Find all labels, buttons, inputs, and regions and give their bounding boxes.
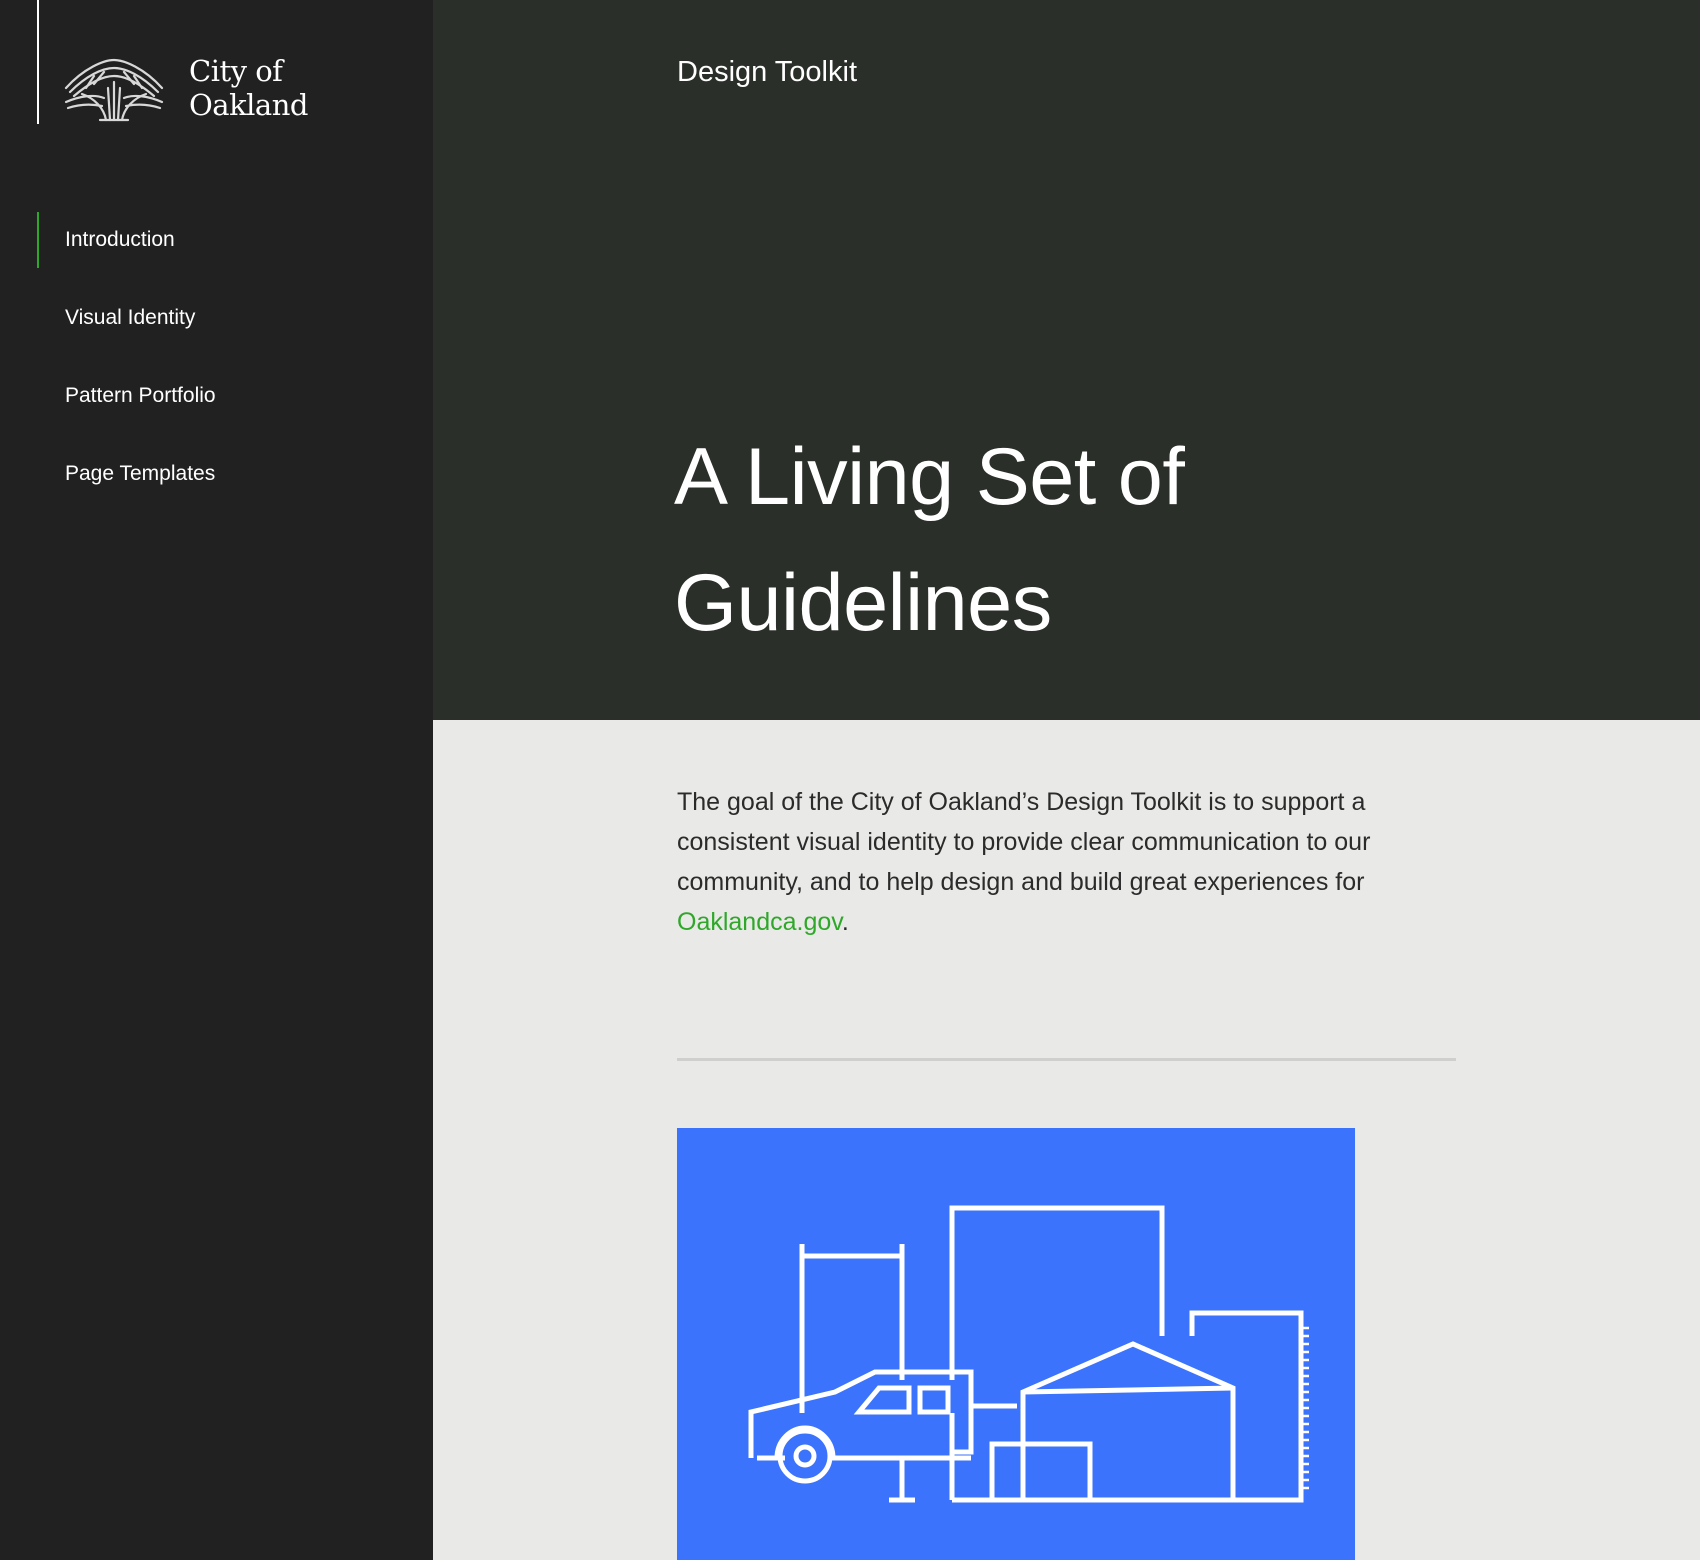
page-title-line1: A Living Set of [674, 432, 1185, 522]
hero-eyebrow: Design Toolkit [677, 56, 858, 88]
hero-banner: Design Toolkit A Living Set of Guideline… [433, 0, 1700, 720]
page-title-line2: Guidelines [674, 558, 1052, 648]
main-content: The goal of the City of Oakland’s Design… [433, 720, 1700, 1560]
nav-item-label: Pattern Portfolio [65, 384, 216, 407]
nav-item-introduction[interactable]: Introduction [0, 212, 433, 268]
nav-item-label: Introduction [65, 228, 175, 251]
city-buildings-truck-icon [748, 1205, 1309, 1503]
nav-item-pattern-portfolio[interactable]: Pattern Portfolio [0, 368, 433, 424]
intro-text: The goal of the City of Oakland’s Design… [677, 788, 1371, 896]
section-divider [677, 1058, 1456, 1061]
nav-item-page-templates[interactable]: Page Templates [0, 446, 433, 502]
brand-name-line1: City of [189, 54, 283, 88]
logo-divider [37, 0, 39, 124]
nav-item-label: Visual Identity [65, 306, 196, 329]
nav-item-visual-identity[interactable]: Visual Identity [0, 290, 433, 346]
intro-paragraph: The goal of the City of Oakland’s Design… [677, 782, 1467, 942]
sidebar-nav: Introduction Visual Identity Pattern Por… [0, 212, 433, 524]
sidebar: City of Oakland Introduction Visual Iden… [0, 0, 433, 1560]
nav-item-label: Page Templates [65, 462, 216, 485]
oak-tree-icon[interactable] [64, 58, 164, 122]
brand-name[interactable]: City of Oakland [189, 54, 308, 122]
oaklandca-gov-link[interactable]: Oaklandca.gov [677, 908, 842, 936]
brand-name-line2: Oakland [189, 88, 308, 122]
illustration-card [677, 1128, 1355, 1560]
page-title: A Living Set of Guidelines [674, 414, 1394, 666]
intro-trailing: . [841, 908, 849, 936]
